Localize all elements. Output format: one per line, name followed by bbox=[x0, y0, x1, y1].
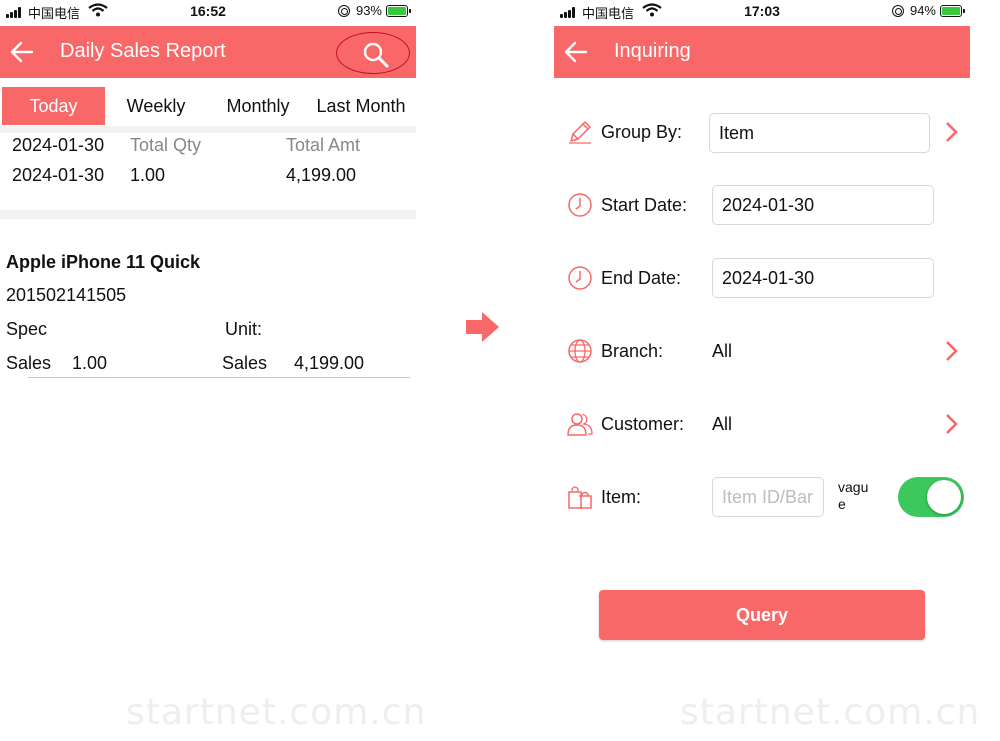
divider bbox=[0, 210, 416, 219]
summary-header-amt: Total Amt bbox=[286, 135, 361, 155]
item-input-placeholder: Item ID/Bar bbox=[722, 487, 814, 507]
back-arrow-icon[interactable] bbox=[8, 38, 36, 66]
daily-sales-screen: 中国电信 16:52 93% Daily Sales Report Today … bbox=[0, 0, 425, 741]
tab-weekly[interactable]: Weekly bbox=[110, 87, 202, 125]
app-header: Inquiring bbox=[554, 26, 970, 78]
query-button[interactable]: Query bbox=[599, 590, 925, 640]
summary-qty: 1.00 bbox=[130, 165, 166, 185]
start-date-label: Start Date: bbox=[601, 195, 688, 215]
clock: 17:03 bbox=[744, 3, 780, 19]
page-title: Daily Sales Report bbox=[60, 40, 226, 62]
start-date-field[interactable]: 2024-01-30 bbox=[712, 185, 934, 225]
group-by-label: Group By: bbox=[601, 122, 683, 142]
inquiring-screen: 中国电信 17:03 94% Inquiring Group By: Item … bbox=[554, 0, 979, 741]
pencil-icon bbox=[569, 121, 591, 144]
vague-label: vague bbox=[838, 479, 869, 512]
tab-monthly[interactable]: Monthly bbox=[214, 87, 302, 125]
sales-qty-label: Sales bbox=[6, 353, 52, 373]
branch-label: Branch: bbox=[601, 341, 664, 361]
globe-icon bbox=[568, 339, 592, 363]
orientation-lock-icon bbox=[338, 5, 350, 17]
summary-amt: 4,199.00 bbox=[286, 165, 357, 185]
search-button[interactable] bbox=[336, 32, 410, 74]
group-by-select[interactable]: Item bbox=[709, 113, 930, 153]
sales-amt-label: Sales bbox=[222, 353, 268, 373]
row-divider bbox=[28, 377, 410, 378]
summary-header-date: 2024-01-30 bbox=[12, 135, 105, 155]
status-bar: 中国电信 17:03 94% bbox=[554, 0, 970, 24]
battery-percent: 93% bbox=[355, 3, 382, 18]
shopping-bag-icon bbox=[568, 486, 592, 509]
summary-header-qty: Total Qty bbox=[130, 135, 202, 155]
branch-value[interactable]: All bbox=[712, 341, 732, 362]
watermark: startnet.com.cn bbox=[680, 692, 981, 733]
clock: 16:52 bbox=[190, 3, 226, 19]
tab-last-month[interactable]: Last Month bbox=[308, 87, 414, 125]
end-date-field[interactable]: 2024-01-30 bbox=[712, 258, 934, 298]
search-icon bbox=[363, 42, 389, 68]
clock-icon bbox=[568, 266, 592, 290]
end-date-label: End Date: bbox=[601, 268, 682, 288]
divider bbox=[0, 126, 416, 133]
sales-amt: 4,199.00 bbox=[294, 353, 365, 373]
toggle-knob bbox=[927, 480, 961, 514]
customer-label: Customer: bbox=[601, 414, 685, 434]
item-code: 201502141505 bbox=[6, 285, 127, 305]
period-tabs: Today Weekly Monthly Last Month bbox=[0, 86, 416, 126]
battery-icon bbox=[940, 5, 965, 17]
status-bar: 中国电信 16:52 93% bbox=[0, 0, 416, 24]
item-name: Apple iPhone 11 Quick bbox=[6, 252, 201, 272]
chevron-right-icon[interactable] bbox=[943, 121, 959, 143]
users-icon bbox=[567, 413, 593, 436]
item-input[interactable]: Item ID/Bar bbox=[712, 477, 824, 517]
unit-label: Unit: bbox=[225, 319, 263, 339]
sales-qty: 1.00 bbox=[72, 353, 108, 373]
vague-toggle[interactable] bbox=[898, 477, 964, 517]
watermark: startnet.com.cn bbox=[126, 692, 427, 733]
summary-date: 2024-01-30 bbox=[12, 165, 105, 185]
chevron-right-icon[interactable] bbox=[943, 413, 959, 435]
spec-label: Spec bbox=[6, 319, 48, 339]
clock-icon bbox=[568, 193, 592, 217]
right-arrow-icon bbox=[466, 312, 499, 342]
customer-value[interactable]: All bbox=[712, 414, 732, 435]
battery-percent: 94% bbox=[909, 3, 936, 18]
battery-icon bbox=[386, 5, 411, 17]
back-arrow-icon[interactable] bbox=[562, 38, 590, 66]
tab-today[interactable]: Today bbox=[2, 87, 105, 125]
page-title: Inquiring bbox=[614, 40, 691, 62]
item-label: Item: bbox=[601, 487, 642, 507]
chevron-right-icon[interactable] bbox=[943, 340, 959, 362]
app-header: Daily Sales Report bbox=[0, 26, 416, 78]
orientation-lock-icon bbox=[892, 5, 904, 17]
